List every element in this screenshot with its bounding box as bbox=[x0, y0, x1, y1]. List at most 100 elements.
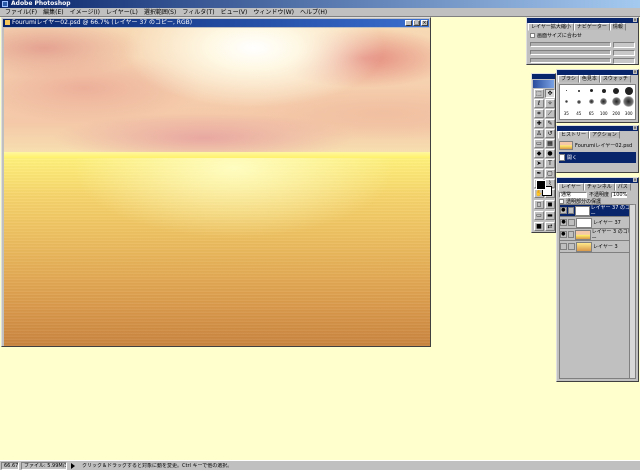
lasso-tool-icon[interactable]: ℓ bbox=[534, 99, 544, 108]
type-tool-icon[interactable]: T bbox=[545, 159, 555, 168]
menu-select[interactable]: 選択範囲(S) bbox=[141, 8, 180, 16]
shape-tool-icon[interactable]: ▢ bbox=[545, 169, 555, 178]
tab-color-samples[interactable]: 色見本 bbox=[578, 75, 600, 83]
screen-mode-1-icon[interactable]: ▭ bbox=[534, 211, 544, 220]
path-select-icon[interactable]: ➤ bbox=[534, 159, 544, 168]
eye-icon[interactable] bbox=[560, 243, 567, 250]
tab-info[interactable]: 情報 bbox=[609, 23, 626, 31]
brush-preset[interactable] bbox=[623, 96, 636, 108]
history-snapshot[interactable]: Fourumiレイヤー02.psd bbox=[559, 140, 636, 151]
brush-preset[interactable] bbox=[585, 96, 598, 107]
quick-mask-icon[interactable]: ◼ bbox=[545, 200, 555, 209]
brush-preset[interactable] bbox=[560, 96, 573, 107]
gradient-tool-icon[interactable]: ▦ bbox=[545, 139, 555, 148]
tab-layers[interactable]: レイヤー bbox=[558, 183, 584, 191]
play-arrow-icon[interactable] bbox=[71, 462, 75, 469]
close-icon[interactable]: × bbox=[633, 70, 637, 74]
option-slider-3[interactable] bbox=[530, 58, 611, 63]
zoom-field[interactable]: 66.67% bbox=[1, 461, 19, 470]
pen-tool-icon[interactable]: ✒ bbox=[534, 169, 544, 178]
history-brush-icon[interactable]: ↺ bbox=[545, 129, 555, 138]
link-icon[interactable] bbox=[568, 219, 575, 226]
dodge-tool-icon[interactable]: ● bbox=[545, 149, 555, 158]
magic-wand-icon[interactable]: ✧ bbox=[545, 99, 555, 108]
stamp-tool-icon[interactable]: ♙ bbox=[534, 129, 544, 138]
blur-tool-icon[interactable]: ◆ bbox=[534, 149, 544, 158]
opacity-input[interactable]: 100% bbox=[611, 191, 627, 198]
brush-preset[interactable] bbox=[610, 85, 623, 96]
brush-size-label[interactable]: 35 bbox=[560, 108, 573, 119]
layer-row[interactable]: ● レイヤー 37 のコピー bbox=[560, 205, 635, 218]
crop-tool-icon[interactable]: ⌗ bbox=[534, 109, 544, 118]
brush-preset[interactable] bbox=[573, 85, 586, 96]
tab-channels[interactable]: チャンネル bbox=[583, 183, 615, 191]
minimize-button[interactable]: _ bbox=[405, 20, 412, 26]
option-value-3[interactable] bbox=[613, 57, 635, 64]
brush-preset[interactable] bbox=[585, 85, 598, 96]
close-icon[interactable]: × bbox=[633, 126, 637, 130]
jump-to-imageready-icon[interactable]: ⇄ bbox=[545, 222, 555, 231]
option-value-1[interactable] bbox=[613, 41, 635, 48]
brush-tool-icon[interactable]: ✎ bbox=[545, 119, 555, 128]
brush-preset[interactable] bbox=[573, 96, 586, 107]
layers-scrollbar[interactable] bbox=[629, 205, 635, 378]
tab-brushes[interactable]: ブラシ bbox=[558, 75, 579, 83]
option-slider-1[interactable] bbox=[530, 42, 611, 47]
eye-icon[interactable]: ● bbox=[560, 207, 567, 214]
toolbox-titlebar[interactable] bbox=[532, 74, 555, 79]
layer-row[interactable]: レイヤー 3 bbox=[560, 241, 635, 253]
maximize-button[interactable]: □ bbox=[413, 20, 420, 26]
tab-swatches[interactable]: スウォッチ bbox=[599, 75, 631, 83]
tab-paths[interactable]: パス bbox=[614, 183, 631, 191]
eye-icon[interactable]: ● bbox=[560, 231, 567, 238]
menu-layer[interactable]: レイヤー(L) bbox=[103, 8, 141, 16]
close-button[interactable]: × bbox=[421, 20, 428, 26]
option-slider-2[interactable] bbox=[530, 50, 611, 55]
brush-size-label[interactable]: 200 bbox=[610, 108, 623, 119]
brush-size-label[interactable]: 100 bbox=[598, 108, 611, 119]
screen-mode-3-icon[interactable]: ■ bbox=[534, 222, 544, 231]
screen-mode-2-icon[interactable]: ▬ bbox=[545, 211, 555, 220]
brush-preset[interactable] bbox=[610, 96, 623, 107]
brush-size-label[interactable]: 65 bbox=[585, 108, 598, 119]
color-swatch[interactable] bbox=[536, 180, 552, 196]
slice-tool-icon[interactable]: ⟋ bbox=[545, 109, 555, 118]
document-titlebar[interactable]: Fourumiレイヤー02.psd @ 66.7% (レイヤー 37 のコピー,… bbox=[3, 19, 429, 27]
file-size-field[interactable]: ファイル: 5.99M/34M bbox=[21, 461, 67, 470]
image-canvas[interactable] bbox=[4, 28, 430, 346]
menu-edit[interactable]: 編集(E) bbox=[40, 8, 66, 16]
tab-history[interactable]: ヒストリー bbox=[558, 131, 590, 139]
close-icon[interactable]: × bbox=[633, 178, 637, 182]
move-tool-icon[interactable]: ✥ bbox=[545, 89, 555, 98]
menu-file[interactable]: ファイル(F) bbox=[2, 8, 40, 16]
link-icon[interactable] bbox=[567, 231, 575, 238]
link-icon[interactable] bbox=[568, 243, 575, 250]
brush-preset[interactable] bbox=[598, 85, 611, 96]
standard-mode-icon[interactable]: ◻ bbox=[534, 200, 544, 209]
foreground-color[interactable] bbox=[536, 180, 546, 190]
brush-preset[interactable] bbox=[560, 85, 573, 96]
marquee-tool-icon[interactable]: ⬚ bbox=[534, 89, 544, 98]
brush-icon[interactable] bbox=[567, 207, 574, 214]
option-value-2[interactable] bbox=[613, 49, 635, 56]
close-icon[interactable]: × bbox=[633, 18, 637, 22]
menu-view[interactable]: ビュー(V) bbox=[218, 8, 251, 16]
app-titlebar[interactable]: Adobe Photoshop bbox=[0, 0, 640, 8]
menu-filter[interactable]: フィルタ(T) bbox=[179, 8, 217, 16]
menu-help[interactable]: ヘルプ(H) bbox=[297, 8, 330, 16]
eraser-tool-icon[interactable]: ▭ bbox=[534, 139, 544, 148]
brush-preset[interactable] bbox=[623, 85, 636, 96]
history-step[interactable]: 開く bbox=[559, 152, 636, 163]
menu-window[interactable]: ウィンドウ(W) bbox=[250, 8, 297, 16]
fit-screen-checkbox[interactable] bbox=[530, 33, 535, 38]
layer-row[interactable]: ● レイヤー 3 のコピー bbox=[560, 229, 635, 242]
menu-image[interactable]: イメージ(I) bbox=[67, 8, 103, 16]
tab-actions[interactable]: アクション bbox=[589, 131, 620, 139]
healing-brush-icon[interactable]: ✚ bbox=[534, 119, 544, 128]
blend-mode-select[interactable]: 通常 bbox=[559, 191, 587, 198]
brush-size-label[interactable]: 45 bbox=[573, 108, 586, 119]
eye-icon[interactable]: ● bbox=[560, 219, 567, 226]
brush-preset[interactable] bbox=[598, 96, 611, 107]
tab-layer-scale[interactable]: レイヤー拡大縮小 bbox=[528, 23, 574, 31]
tab-navigator[interactable]: ナビゲーター bbox=[573, 23, 610, 31]
